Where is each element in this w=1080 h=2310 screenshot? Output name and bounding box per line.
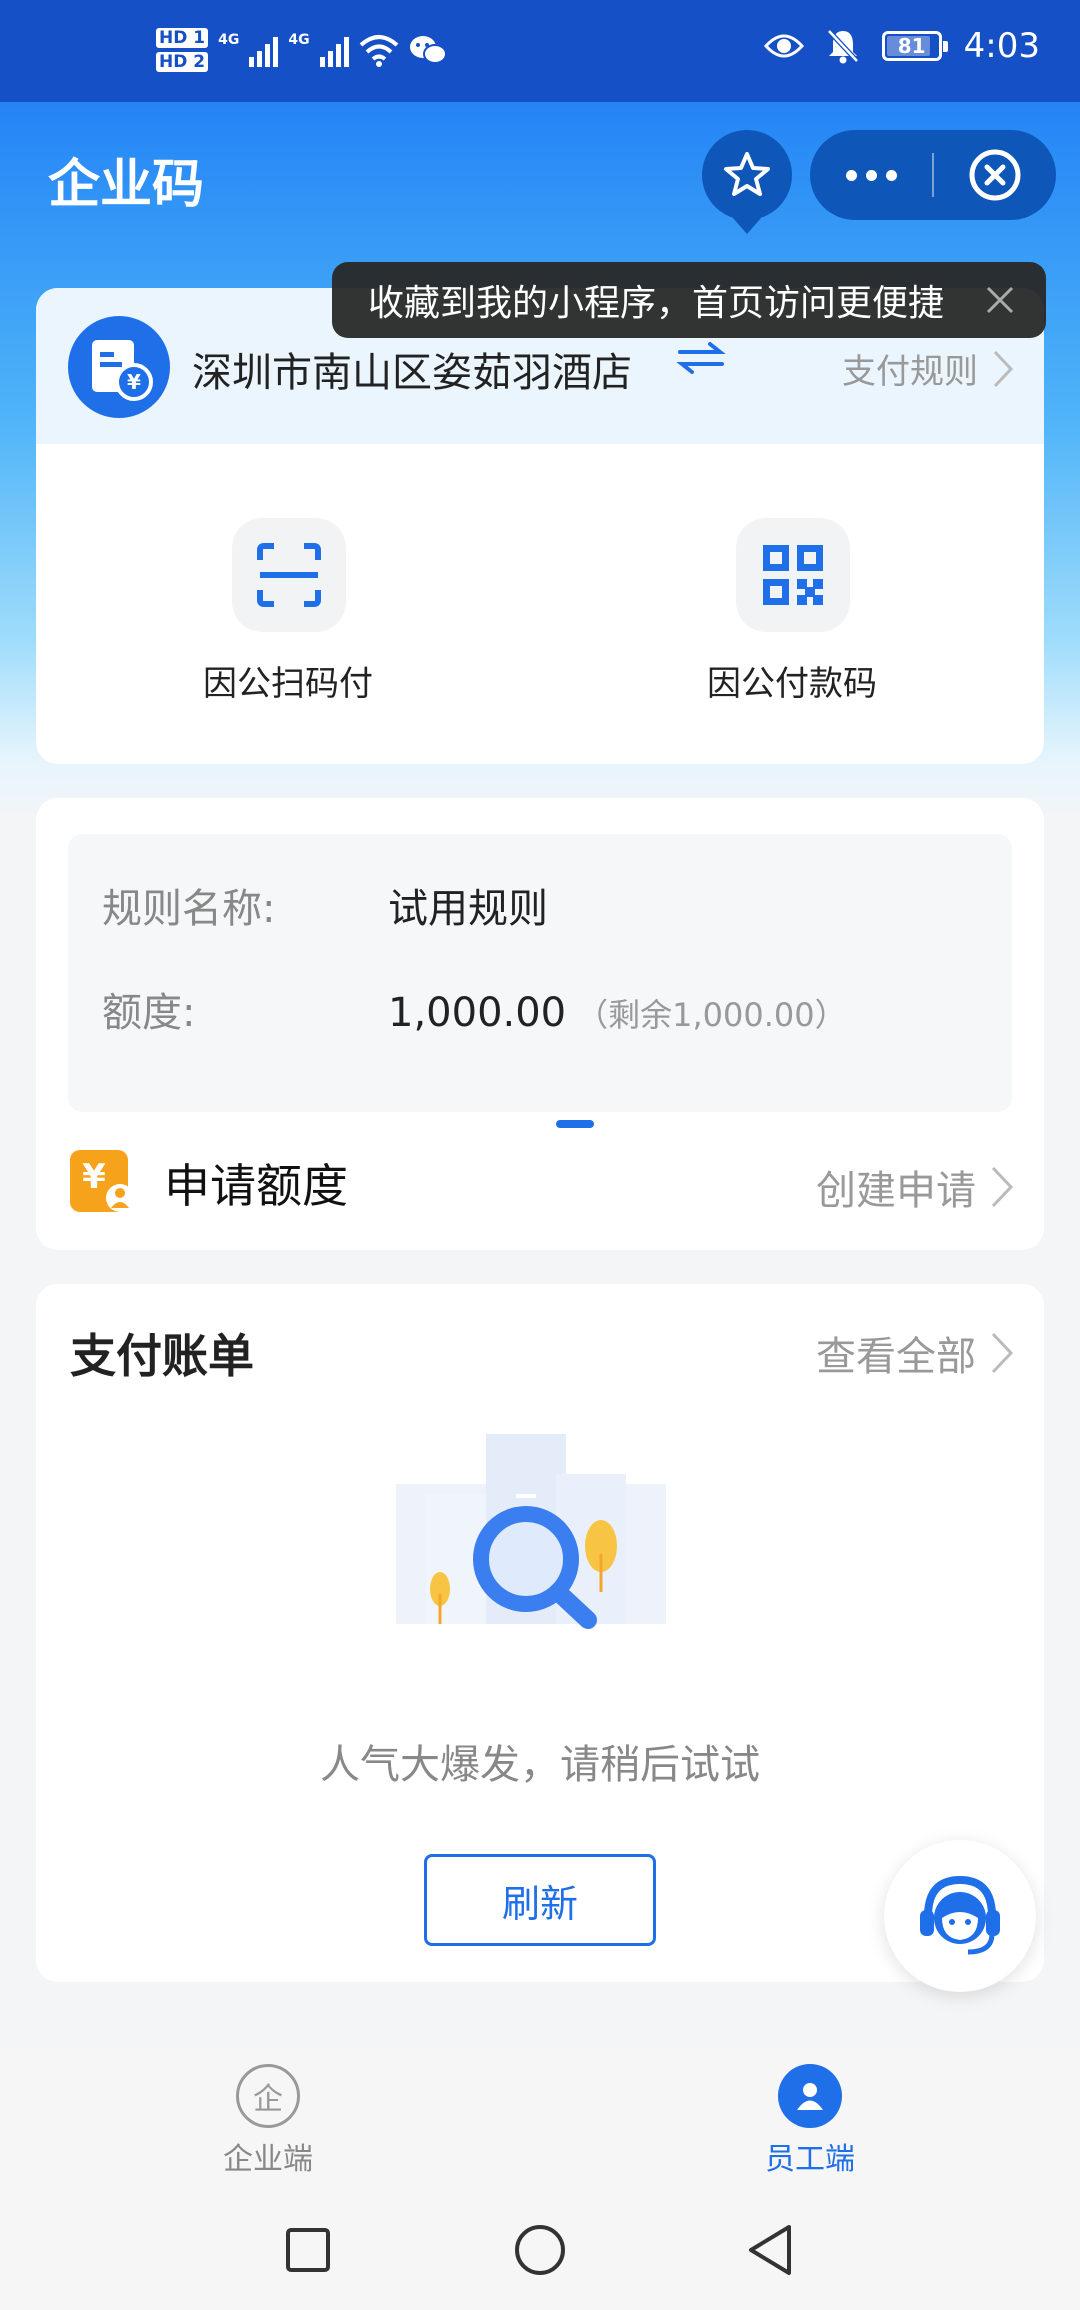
- bottom-tab-bar: 企 企业端 员工端: [0, 2048, 1080, 2190]
- customer-service-button[interactable]: [884, 1840, 1036, 1992]
- wifi-icon: [359, 35, 398, 67]
- refresh-button[interactable]: 刷新: [424, 1854, 656, 1946]
- clock: 4:03: [963, 26, 1040, 66]
- tab-employee[interactable]: 员工端: [710, 2064, 910, 2178]
- apply-quota-row[interactable]: ¥ 申请额度 创建申请: [68, 1144, 1014, 1218]
- view-all-label: 查看全部: [816, 1334, 976, 1380]
- net2-label: 4G: [288, 32, 310, 48]
- home-button[interactable]: [510, 2220, 570, 2280]
- recents-button[interactable]: [278, 2220, 338, 2280]
- signal2-icon: [319, 33, 349, 67]
- svg-text:¥: ¥: [82, 1157, 106, 1197]
- apply-quota-icon: ¥: [70, 1150, 134, 1212]
- mute-bell-icon: [826, 29, 859, 64]
- create-application-link[interactable]: 创建申请: [816, 1158, 1014, 1216]
- status-bar: HD 1 HD 2 4G 4G 81 4:03: [0, 0, 1080, 102]
- close-circle-icon: [969, 149, 1021, 201]
- quota-remaining: （剩余1,000.00）: [576, 996, 847, 1034]
- rule-quota-row: 额度: 1,000.00 （剩余1,000.00）: [102, 980, 847, 1038]
- rule-name-row: 规则名称: 试用规则: [102, 876, 548, 934]
- rule-name-value: 试用规则: [388, 886, 548, 932]
- empty-state-text: 人气大爆发，请稍后试试: [320, 1742, 760, 1788]
- qr-code-icon: [736, 518, 850, 632]
- apply-quota-title: 申请额度: [164, 1159, 348, 1213]
- view-all-link[interactable]: 查看全部: [816, 1324, 1014, 1382]
- close-miniprogram-button[interactable]: [934, 130, 1056, 220]
- battery-level: 81: [897, 34, 926, 58]
- create-application-label: 创建申请: [816, 1168, 976, 1214]
- enterprise-icon: 企: [236, 2064, 300, 2128]
- company-card: ¥ 深圳市南山区姿茹羽酒店 支付规则 因公扫码付 因公付款码: [36, 288, 1044, 764]
- quota-label: 额度:: [102, 990, 196, 1036]
- star-icon: [724, 152, 770, 196]
- bill-title: 支付账单: [70, 1329, 254, 1383]
- hd1-badge: HD 1: [156, 28, 209, 48]
- switch-company-icon[interactable]: [676, 338, 726, 378]
- status-left: HD 1 HD 2 4G 4G: [156, 28, 447, 72]
- more-button[interactable]: [810, 130, 932, 220]
- triangle-back-icon: [749, 2225, 791, 2275]
- hd2-badge: HD 2: [156, 52, 209, 72]
- quota-value: 1,000.00: [388, 990, 567, 1036]
- payment-actions: 因公扫码付 因公付款码: [36, 444, 1044, 764]
- tooltip-text: 收藏到我的小程序，首页访问更便捷: [368, 283, 945, 324]
- more-dots-icon: [845, 169, 857, 181]
- battery-icon: 81: [881, 31, 948, 61]
- hd-indicators: HD 1 HD 2: [156, 28, 209, 72]
- square-icon: [286, 2228, 330, 2272]
- empty-search-illustration: [396, 1434, 666, 1629]
- favorite-button[interactable]: [702, 130, 792, 234]
- system-nav-bar: [0, 2190, 1080, 2310]
- svg-text:¥: ¥: [127, 370, 141, 394]
- bill-card: 支付账单 查看全部 人气大爆发，请稍后试试 刷新: [36, 1284, 1044, 1982]
- chevron-right-icon: [991, 1332, 1014, 1374]
- tab-enterprise[interactable]: 企 企业端: [168, 2064, 368, 2178]
- miniprogram-capsule: [810, 130, 1056, 220]
- page-title: 企业码: [48, 155, 205, 215]
- signal1-icon: [249, 33, 279, 67]
- chevron-right-icon: [991, 1166, 1014, 1208]
- pay-rules-label: 支付规则: [842, 352, 978, 392]
- status-right: 81 4:03: [763, 26, 1040, 66]
- circle-icon: [515, 2225, 565, 2275]
- employee-icon: [778, 2064, 842, 2128]
- company-logo-icon: ¥: [68, 316, 170, 418]
- tooltip-close-icon[interactable]: [982, 282, 1018, 318]
- back-button[interactable]: [740, 2220, 800, 2280]
- eye-icon: [763, 34, 804, 58]
- pay-code-label: 因公付款码: [707, 664, 877, 704]
- company-name: 深圳市南山区姿茹羽酒店: [192, 350, 632, 396]
- chevron-right-icon: [993, 350, 1014, 387]
- tab-enterprise-label: 企业端: [223, 2142, 313, 2177]
- page-indicator: [556, 1120, 594, 1128]
- rule-card: 规则名称: 试用规则 额度: 1,000.00 （剩余1,000.00） ¥ 申…: [36, 798, 1044, 1250]
- scan-pay-label: 因公扫码付: [203, 664, 373, 704]
- headset-agent-icon: [920, 1875, 1000, 1955]
- net1-label: 4G: [218, 32, 240, 48]
- scan-icon: [232, 518, 346, 632]
- scan-pay-action[interactable]: 因公扫码付: [36, 444, 540, 764]
- rule-info-box: 规则名称: 试用规则 额度: 1,000.00 （剩余1,000.00）: [68, 834, 1012, 1128]
- wechat-icon: [409, 36, 447, 64]
- pay-rules-link[interactable]: 支付规则: [842, 344, 1014, 393]
- favorite-tooltip: 收藏到我的小程序，首页访问更便捷: [332, 262, 1046, 338]
- tab-employee-label: 员工端: [765, 2142, 855, 2177]
- pay-code-action[interactable]: 因公付款码: [540, 444, 1044, 764]
- rule-name-label: 规则名称:: [102, 886, 276, 932]
